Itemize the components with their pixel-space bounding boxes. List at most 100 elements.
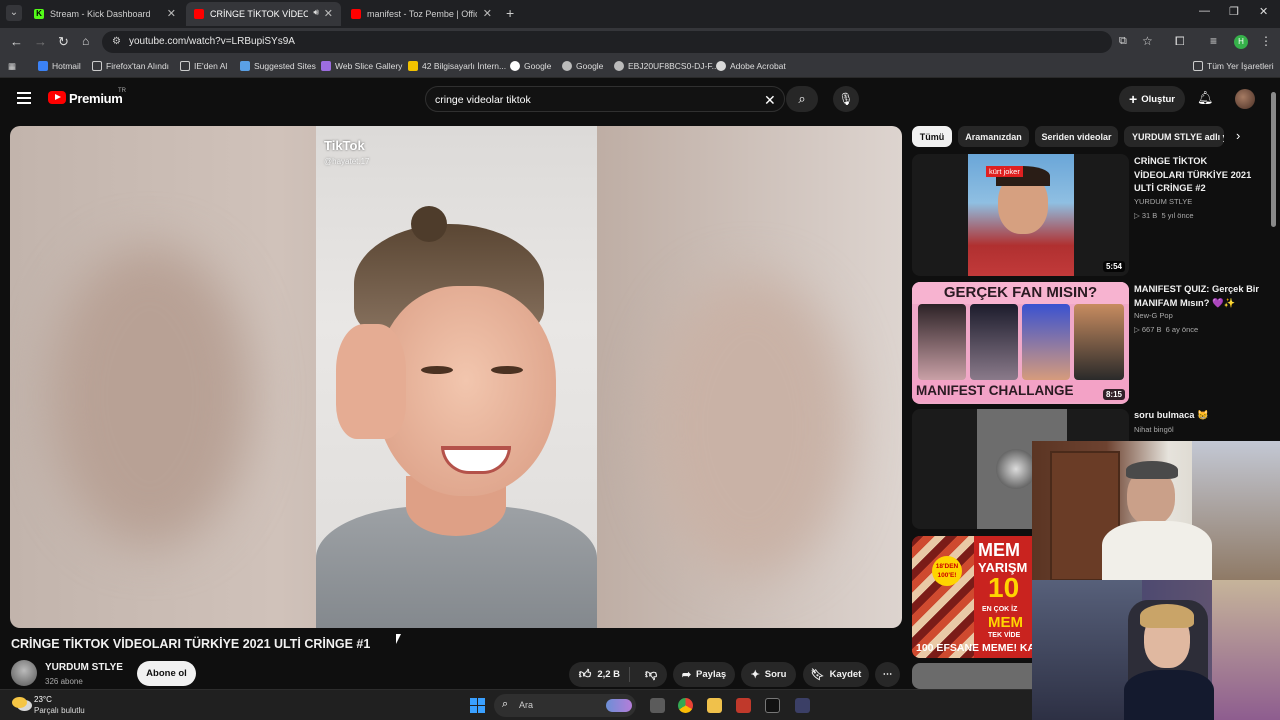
recommendation-title[interactable]: CRİNGE TİKTOK VİDEOLARI TÜRKİYE 2021 ULT… [1134, 155, 1259, 196]
save-button[interactable]: 🔖︎ Kaydet [803, 662, 869, 687]
video-player[interactable]: TikTok @hayatet.17 [10, 126, 902, 628]
share-button[interactable]: ➦ Paylaş [673, 662, 735, 687]
chip-all[interactable]: Tümü [912, 126, 952, 147]
tab-search-button[interactable]: ⌄ [6, 5, 22, 21]
taskbar-search-box[interactable]: ⌕ Ara [494, 694, 636, 717]
notifications-bell-icon[interactable]: 🔔︎ [1197, 90, 1214, 106]
like-button[interactable]: 👍︎ 2,2 B [579, 667, 620, 682]
recommendation-channel[interactable]: YURDUM STLYE [1134, 197, 1192, 206]
voice-search-button[interactable]: 🎙︎ [833, 86, 859, 112]
weather-temperature[interactable]: 23°C [34, 695, 52, 704]
back-icon[interactable]: ← [10, 34, 23, 49]
tab-kick-dashboard[interactable]: K Stream - Kick Dashboard ✕ [26, 2, 184, 26]
weather-cloud-sun-icon[interactable] [12, 697, 27, 708]
folder-icon [92, 61, 102, 71]
recommendation-thumbnail[interactable]: GERÇEK FAN MISIN? MANIFEST CHALLANGE 8:1… [912, 282, 1129, 404]
forward-icon[interactable]: → [34, 34, 47, 49]
youtube-logo-icon[interactable] [48, 91, 66, 104]
bookmark-all-folder[interactable]: Tüm Yer İşaretleri [1193, 61, 1274, 71]
recommendation-channel[interactable]: New-G Pop [1134, 311, 1173, 320]
chevron-right-icon[interactable]: › [1236, 128, 1240, 143]
like-divider [629, 667, 630, 682]
chrome-icon[interactable] [678, 698, 693, 713]
bookmark-suggested-sites[interactable]: Suggested Sites [240, 61, 316, 71]
thumbnail-portrait [970, 304, 1018, 380]
person-eye-right [491, 366, 523, 374]
bookmark-folder-ie[interactable]: IE'den Al [180, 61, 227, 71]
chip-channel[interactable]: YURDUM STLYE adlı y [1124, 126, 1224, 147]
extensions-icon[interactable]: ⧠ [1175, 34, 1185, 49]
speaker-icon[interactable]: 🔊︎ [313, 7, 319, 18]
bookmark-42-bilgisayarli[interactable]: 42 Bilgisayarlı İntern... [408, 61, 506, 71]
subscribe-button[interactable]: Abone ol [137, 661, 196, 686]
person-eye-left [421, 366, 453, 374]
close-icon[interactable]: ✕ [483, 7, 492, 20]
account-avatar[interactable] [1235, 89, 1255, 109]
more-actions-button[interactable]: ⋯ [875, 662, 900, 687]
chip-series[interactable]: Seriden videolar [1035, 126, 1118, 147]
dislike-button[interactable]: 👎︎ [645, 667, 657, 682]
reload-icon[interactable]: ↻ [58, 34, 69, 50]
taskbar-search-placeholder: Ara [519, 700, 534, 710]
recommendation-thumbnail[interactable]: kürt joker 5:54 [912, 154, 1129, 276]
address-bar[interactable]: ⚙ youtube.com/watch?v=LRBupiSYs9A ⧉ ☆ [102, 31, 1153, 53]
search-button[interactable]: ⌕ [786, 86, 818, 112]
reading-list-icon[interactable]: ≡ [1210, 34, 1217, 48]
blurred-backdrop-right [650, 276, 850, 576]
weather-condition[interactable]: Parçalı bulutlu [34, 706, 85, 715]
thumbnail-portrait [918, 304, 966, 380]
new-tab-icon[interactable]: + [506, 5, 514, 21]
minimize-icon[interactable]: — [1199, 5, 1210, 17]
channel-name[interactable]: YURDUM STLYE [45, 662, 123, 673]
channel-avatar[interactable] [11, 660, 37, 686]
obs-icon[interactable] [795, 698, 810, 713]
youtube-favicon-icon [351, 9, 361, 19]
cast-icon[interactable]: ⧉ [1119, 35, 1127, 48]
menu-icon[interactable] [17, 92, 31, 104]
restore-icon[interactable]: ❐ [1229, 5, 1239, 18]
bookmark-star-icon[interactable]: ☆ [1142, 34, 1153, 48]
home-icon[interactable]: ⌂ [82, 34, 89, 48]
recommendation-title[interactable]: soru bulmaca 😸 [1134, 409, 1259, 423]
youtube-favicon-icon [194, 9, 204, 19]
recommendation-channel[interactable]: Nihat bingöl [1134, 425, 1174, 434]
bookmark-web-slice-gallery[interactable]: Web Slice Gallery [321, 61, 402, 71]
folder-icon [1193, 61, 1203, 71]
clear-search-icon[interactable]: ✕ [764, 92, 776, 109]
window-close-icon[interactable]: ✕ [1259, 5, 1268, 18]
file-explorer-icon[interactable] [707, 698, 722, 713]
chip-from-search[interactable]: Aramanızdan [958, 126, 1029, 147]
windows-start-icon[interactable] [470, 698, 485, 713]
youtube-logo-text[interactable]: Premium [69, 91, 123, 106]
bookmark-google-1[interactable]: Google [510, 61, 551, 71]
browser-menu-icon[interactable]: ⋮ [1260, 34, 1272, 48]
close-icon[interactable]: ✕ [324, 7, 333, 20]
task-view-icon[interactable] [650, 698, 665, 713]
search-input[interactable]: cringe videolar tiktok [435, 94, 531, 106]
ndi-icon[interactable] [765, 698, 780, 713]
bookmark-adobe-acrobat[interactable]: Adobe Acrobat [716, 61, 786, 71]
tab-manifest[interactable]: manifest - Toz Pembe | Official ✕ [343, 2, 500, 26]
thumbs-down-icon: 👎︎ [645, 667, 658, 681]
browser-profile-avatar[interactable]: H [1234, 35, 1248, 49]
webcam-streamer-1 [1032, 441, 1280, 580]
close-icon[interactable]: ✕ [167, 7, 176, 20]
search-box[interactable]: cringe videolar tiktok ✕ [425, 86, 785, 112]
site-info-icon[interactable]: ⚙ [112, 36, 121, 47]
create-button[interactable]: + Oluştur [1119, 86, 1185, 112]
browser-toolbar: ← → ↻ ⌂ ⚙ youtube.com/watch?v=LRBupiSYs9… [0, 28, 1280, 56]
voicemod-icon[interactable] [736, 698, 751, 713]
recommendation-title[interactable]: MANIFEST QUIZ: Gerçek Bir MANIFAM Mısın?… [1134, 283, 1259, 310]
bookmark-google-2[interactable]: Google [562, 61, 603, 71]
ask-button[interactable]: ✦ Soru [741, 662, 796, 687]
globe-icon [614, 61, 624, 71]
bookmarks-bar: ▦ Hotmail Firefox'tan Alındı IE'den Al S… [0, 56, 1280, 78]
bookmark-icon: 🔖︎ [810, 669, 825, 681]
url-text: youtube.com/watch?v=LRBupiSYs9A [129, 36, 295, 47]
bookmark-hotmail[interactable]: Hotmail [38, 61, 81, 71]
page-scrollbar[interactable] [1271, 92, 1276, 227]
bookmark-folder-firefox[interactable]: Firefox'tan Alındı [92, 61, 169, 71]
bookmark-ebj[interactable]: EBJ20UF8BCS0-DJ-F... [614, 61, 719, 71]
tab-cringe-videos[interactable]: CRİNGE TİKTOK VİDEOLARI 🔊︎ ✕ [186, 2, 341, 26]
apps-grid-icon[interactable]: ▦ [8, 61, 16, 72]
